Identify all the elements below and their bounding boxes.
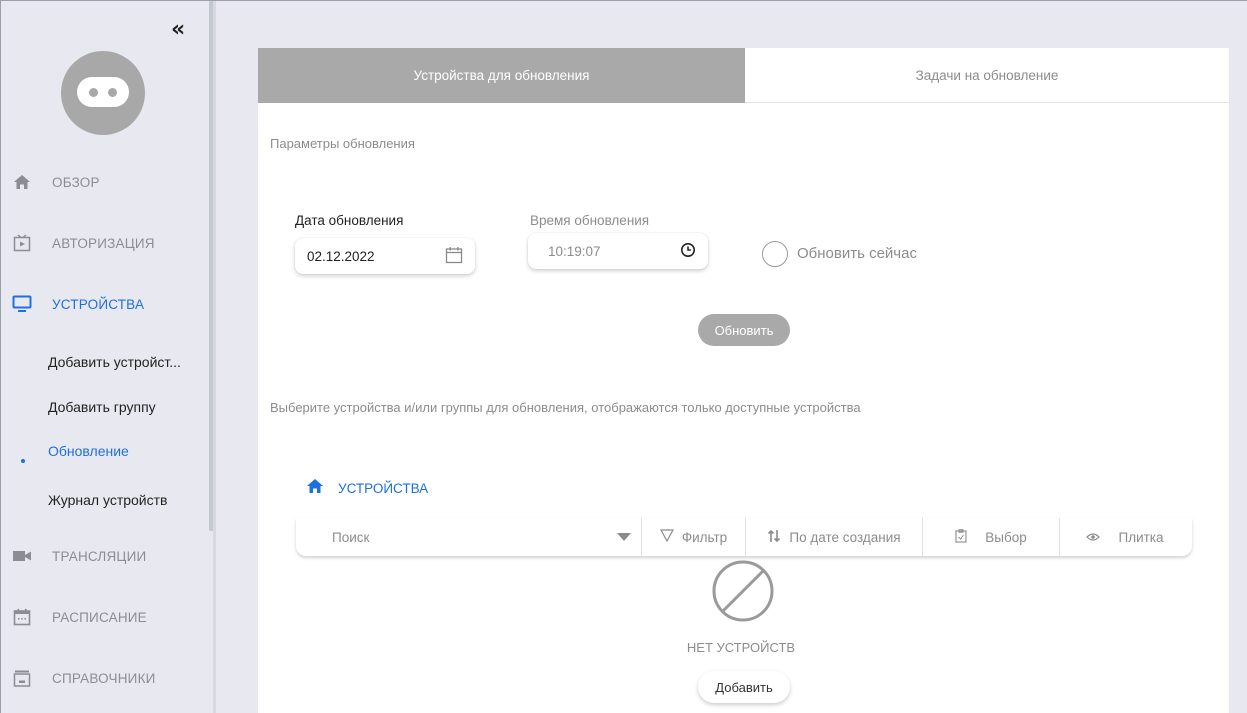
select-label: Выбор [985,529,1027,545]
home-icon[interactable] [306,478,324,498]
dropdown-arrow-icon[interactable] [617,530,631,545]
active-bullet [21,459,25,463]
date-label: Дата обновления [295,213,404,228]
device-toolbar: Поиск Фильтр По дате создания Выбор Плит… [296,518,1192,556]
avatar-visor [77,77,129,107]
sidebar: « ОБЗОР АВТОРИЗАЦИЯ УСТРОЙСТВА Добавить … [1,1,206,713]
section-title: Параметры обновления [270,136,415,151]
sidebar-subitem-add-group[interactable]: Добавить группу [48,399,156,415]
date-value: 02.12.2022 [307,248,375,264]
filter-label: Фильтр [681,529,728,545]
update-button[interactable]: Обновить [698,314,790,346]
breadcrumb-label[interactable]: УСТРОЙСТВА [338,481,428,496]
sort-label: По дате создания [789,529,901,545]
select-button[interactable]: Выбор [923,518,1059,556]
sidebar-item-label: ОБЗОР [52,174,100,190]
view-mode-button[interactable]: Плитка [1060,518,1190,556]
sidebar-item-schedule[interactable]: РАСПИСАНИЕ [1,597,206,637]
sort-button[interactable]: По дате создания [746,518,922,556]
auth-icon [12,233,32,253]
sidebar-item-label: ТРАНСЛЯЦИИ [52,548,147,564]
breadcrumb[interactable]: УСТРОЙСТВА [306,478,428,498]
no-devices-icon [711,559,775,627]
sidebar-subitem-add-device[interactable]: Добавить устройст... [48,354,181,370]
sidebar-item-authorization[interactable]: АВТОРИЗАЦИЯ [1,223,206,263]
sidebar-item-label: АВТОРИЗАЦИЯ [52,235,155,251]
calendar-icon[interactable] [445,246,463,267]
tab-devices-for-update[interactable]: Устройства для обновления [258,48,745,103]
main-panel: Устройства для обновления Задачи на обно… [258,48,1229,713]
sidebar-divider [213,1,216,713]
camera-icon [12,546,32,566]
sidebar-item-label: УСТРОЙСТВА [52,296,145,312]
update-now-radio[interactable] [762,241,788,267]
update-now-label: Обновить сейчас [797,245,917,262]
devices-hint: Выберите устройства и/или группы для обн… [270,400,861,415]
time-value: 10:19:07 [548,243,601,259]
search-placeholder: Поиск [332,529,370,545]
home-icon [12,172,32,192]
sidebar-item-overview[interactable]: ОБЗОР [1,162,206,202]
empty-state-text: НЕТ УСТРОЙСТВ [686,640,796,655]
sidebar-item-label: РАСПИСАНИЕ [52,609,147,625]
date-field[interactable]: 02.12.2022 [295,238,475,274]
sidebar-subitem-device-log[interactable]: Журнал устройств [48,492,167,508]
filter-icon [659,529,674,545]
tab-update-tasks[interactable]: Задачи на обновление [745,48,1229,103]
folder-icon [12,668,32,688]
sidebar-item-broadcasts[interactable]: ТРАНСЛЯЦИИ [1,536,206,576]
eye-icon [1086,530,1101,545]
time-field[interactable]: 10:19:07 [528,233,708,269]
view-mode-label: Плитка [1118,529,1164,545]
time-label: Время обновления [530,213,650,228]
calendar-icon [12,607,32,627]
monitor-icon [12,294,32,314]
filter-button[interactable]: Фильтр [642,518,745,556]
sidebar-item-references[interactable]: СПРАВОЧНИКИ [1,658,206,698]
clipboard-icon [955,528,967,546]
clock-icon[interactable] [680,242,696,261]
collapse-sidebar-icon[interactable]: « [171,19,185,41]
sidebar-item-devices[interactable]: УСТРОЙСТВА [1,284,206,324]
sidebar-item-label: СПРАВОЧНИКИ [52,670,156,686]
add-device-button[interactable]: Добавить [698,671,790,703]
sidebar-subitem-update[interactable]: Обновление [48,443,129,459]
avatar[interactable] [61,51,145,135]
search-input[interactable]: Поиск [296,518,641,556]
tab-bar: Устройства для обновления Задачи на обно… [258,48,1229,103]
sort-icon [767,529,781,546]
